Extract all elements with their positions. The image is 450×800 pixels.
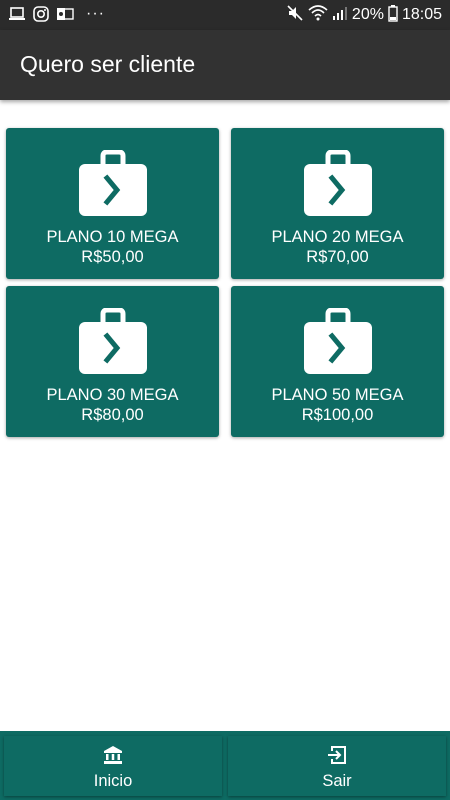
plan-card-30-mega[interactable]: PLANO 30 MEGA R$80,00: [6, 286, 219, 437]
nav-inicio-label: Inicio: [93, 772, 133, 790]
briefcase-arrow-icon: [304, 149, 372, 216]
mute-icon: [286, 4, 304, 27]
plan-name: PLANO 10 MEGA: [46, 228, 179, 246]
exit-icon: [327, 745, 347, 765]
briefcase-arrow-icon: [79, 149, 147, 216]
outlook-icon: [56, 5, 74, 23]
status-clock: 18:05: [401, 6, 442, 23]
page-title: Quero ser cliente: [20, 51, 196, 77]
app-bar: Quero ser cliente: [0, 30, 450, 100]
briefcase-arrow-icon: [304, 307, 372, 374]
battery-icon: [388, 4, 398, 27]
nav-inicio-button[interactable]: Inicio: [4, 736, 222, 796]
status-right-icons: 20% 18:05: [282, 4, 442, 27]
plan-price: R$80,00: [81, 406, 144, 424]
bank-icon: [103, 745, 123, 765]
status-left-icons: ···: [8, 5, 105, 23]
plan-card-10-mega[interactable]: PLANO 10 MEGA R$50,00: [6, 128, 219, 279]
signal-icon: [332, 4, 348, 27]
plan-price: R$70,00: [306, 248, 369, 266]
more-dots-icon: ···: [86, 5, 105, 22]
plan-name: PLANO 50 MEGA: [271, 386, 404, 404]
plan-price: R$100,00: [301, 406, 374, 424]
battery-percent: 20%: [351, 6, 384, 23]
nav-sair-button[interactable]: Sair: [228, 736, 446, 796]
plan-name: PLANO 30 MEGA: [46, 386, 179, 404]
laptop-icon: [8, 5, 26, 23]
plan-card-50-mega[interactable]: PLANO 50 MEGA R$100,00: [231, 286, 444, 437]
nav-sair-label: Sair: [322, 772, 352, 790]
wifi-icon: [308, 4, 328, 27]
plan-price: R$50,00: [81, 248, 144, 266]
instagram-icon: [32, 5, 50, 23]
briefcase-arrow-icon: [79, 307, 147, 374]
bottom-nav: Inicio Sair: [0, 731, 450, 800]
plan-card-20-mega[interactable]: PLANO 20 MEGA R$70,00: [231, 128, 444, 279]
plan-name: PLANO 20 MEGA: [271, 228, 404, 246]
screen: ··· 20% 18:05 Quero ser cliente PLANO 10…: [0, 0, 450, 800]
status-bar: ··· 20% 18:05: [0, 0, 450, 30]
